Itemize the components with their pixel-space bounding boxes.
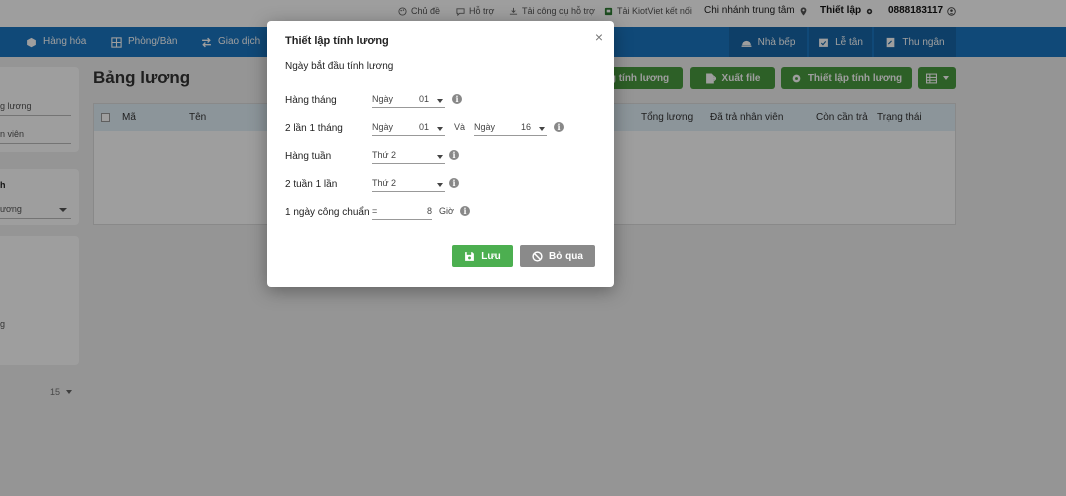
info-icon[interactable]: i	[449, 178, 459, 188]
dialog-subtitle: Ngày bắt đầu tính lương	[285, 61, 394, 72]
payroll-setup-dialog: Thiết lập tính lương × Ngày bắt đầu tính…	[267, 21, 614, 287]
twice-monthly-second-day-select[interactable]: Ngày 16	[474, 119, 547, 136]
monthly-label: Hàng tháng	[285, 95, 337, 106]
twice-monthly-first-day-select[interactable]: Ngày 01	[372, 119, 445, 136]
standard-hours-label: 1 ngày công chuẩn	[285, 207, 370, 218]
select-value: 01	[419, 122, 430, 132]
cancel-label: Bỏ qua	[549, 250, 583, 262]
weekly-label: Hàng tuần	[285, 151, 332, 162]
standard-hours-input[interactable]: = 8	[372, 203, 432, 220]
select-value: 16	[521, 122, 532, 132]
hours-value: 8	[426, 206, 432, 216]
chevron-down-icon	[437, 99, 443, 103]
chevron-down-icon	[437, 127, 443, 131]
hours-unit: Giờ	[439, 206, 454, 216]
floppy-disk-icon	[465, 251, 475, 261]
select-prefix: Ngày	[372, 122, 394, 132]
twice-monthly-label: 2 lần 1 tháng	[285, 123, 343, 134]
info-icon[interactable]: i	[554, 122, 564, 132]
close-icon[interactable]: ×	[595, 29, 603, 45]
select-prefix: Ngày	[372, 94, 394, 104]
dialog-title: Thiết lập tính lương	[285, 35, 389, 47]
chevron-down-icon	[437, 155, 443, 159]
select-value: Thứ 2	[372, 150, 397, 160]
and-label: Và	[454, 122, 466, 132]
select-value: 01	[419, 94, 430, 104]
chevron-down-icon	[539, 127, 545, 131]
info-icon[interactable]: i	[460, 206, 470, 216]
equals-sign: =	[372, 206, 378, 216]
info-icon[interactable]: i	[452, 94, 462, 104]
monthly-day-select[interactable]: Ngày 01	[372, 91, 445, 108]
weekly-day-select[interactable]: Thứ 2	[372, 147, 445, 164]
select-prefix: Ngày	[474, 122, 496, 132]
save-label: Lưu	[481, 250, 501, 262]
biweekly-day-select[interactable]: Thứ 2	[372, 175, 445, 192]
cancel-button[interactable]: Bỏ qua	[520, 245, 595, 267]
info-icon[interactable]: i	[449, 150, 459, 160]
chevron-down-icon	[437, 183, 443, 187]
ban-icon	[532, 250, 543, 262]
select-value: Thứ 2	[372, 178, 397, 188]
biweekly-label: 2 tuần 1 lần	[285, 179, 338, 190]
save-button[interactable]: Lưu	[452, 245, 513, 267]
